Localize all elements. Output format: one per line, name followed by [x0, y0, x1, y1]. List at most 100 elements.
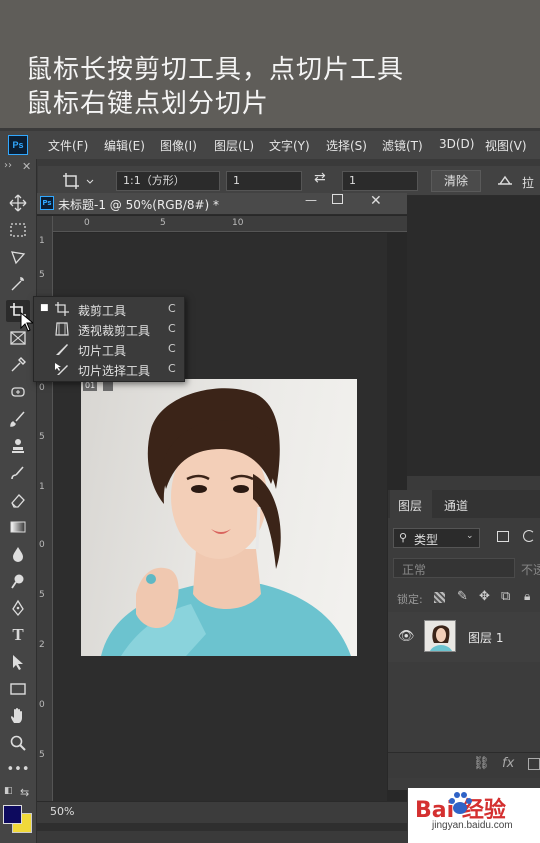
menu-select[interactable]: 选择(S) — [326, 137, 367, 154]
healing-brush-tool-icon[interactable] — [6, 381, 30, 403]
close-document-icon[interactable]: ✕ — [370, 193, 382, 209]
ruler-label: 0 — [84, 218, 90, 228]
zoom-tool-icon[interactable] — [6, 732, 30, 754]
horizontal-ruler — [53, 216, 407, 232]
filter-kind-label: 类型 — [414, 533, 439, 547]
menu-image[interactable]: 图像(I) — [160, 137, 197, 154]
lasso-tool-icon[interactable] — [6, 246, 30, 268]
slice-image-icon — [103, 381, 113, 391]
ratio-height-input[interactable]: 1 — [342, 171, 418, 191]
history-brush-tool-icon[interactable] — [6, 462, 30, 484]
tab-layers[interactable]: 图层 — [398, 497, 422, 514]
add-mask-icon[interactable] — [528, 758, 540, 770]
portrait-image — [101, 388, 351, 656]
ruler-label: 0 — [39, 540, 45, 550]
shortcut-key: C — [168, 302, 176, 315]
ratio-select[interactable]: 1:1（方形） — [116, 171, 220, 191]
ruler-label: 0 — [39, 700, 45, 710]
caption-line-1: 鼠标长按剪切工具，点切片工具 — [26, 55, 405, 85]
maximize-icon[interactable] — [332, 194, 343, 204]
blur-tool-icon[interactable] — [6, 543, 30, 565]
menu-item-slice-select[interactable]: 切片选择工具 C — [52, 359, 182, 379]
layer-name[interactable]: 图层 1 — [468, 629, 503, 646]
menu-file[interactable]: 文件(F) — [48, 137, 88, 154]
minimize-icon[interactable]: — — [305, 193, 317, 207]
magic-wand-tool-icon[interactable] — [6, 273, 30, 295]
lock-image-icon[interactable]: ✎ — [457, 589, 468, 604]
lock-position-icon[interactable]: ✥ — [479, 589, 490, 604]
menu-type[interactable]: 文字(Y) — [269, 137, 310, 154]
blend-mode-label: 正常 — [402, 563, 427, 577]
ruler-label: 5 — [39, 270, 45, 280]
zoom-level[interactable]: 50% — [50, 805, 74, 818]
straighten-icon[interactable] — [496, 172, 514, 190]
brush-tool-icon[interactable] — [6, 408, 30, 430]
lock-transparent-icon[interactable] — [434, 592, 445, 603]
frame-tool-icon[interactable] — [6, 327, 30, 349]
menu-item-label: 透视裁剪工具 — [78, 324, 151, 338]
slice-badge[interactable]: 01 — [83, 381, 98, 391]
menu-item-perspective-crop[interactable]: 透视裁剪工具 C — [52, 319, 182, 339]
layer-thumbnail — [424, 620, 456, 652]
search-icon: ⚲ — [399, 531, 408, 544]
ruler-label: 5 — [39, 590, 45, 600]
menu-3d[interactable]: 3D(D) — [439, 137, 474, 151]
default-colors-icon[interactable]: ◧ — [4, 786, 13, 796]
document-ps-icon: Ps — [40, 196, 54, 210]
pen-tool-icon[interactable] — [6, 597, 30, 619]
shortcut-key: C — [168, 322, 176, 335]
adjustment-filter-icon[interactable] — [523, 530, 535, 542]
panel-divider — [407, 476, 540, 490]
secondary-document-area — [407, 196, 540, 476]
clone-stamp-tool-icon[interactable] — [6, 435, 30, 457]
lock-label: 锁定: — [397, 593, 423, 606]
marquee-tool-icon[interactable] — [6, 219, 30, 241]
lock-all-icon[interactable]: 🔒︎ — [524, 589, 530, 604]
eraser-tool-icon[interactable] — [6, 489, 30, 511]
photoshop-logo[interactable]: Ps — [8, 135, 28, 155]
swap-colors-icon[interactable]: ⇆ — [20, 786, 29, 799]
rectangle-tool-icon[interactable] — [6, 678, 30, 700]
image-filter-icon[interactable] — [497, 531, 509, 542]
tab-channels[interactable]: 通道 — [444, 497, 468, 514]
foreground-color-swatch[interactable] — [3, 805, 22, 824]
menu-edit[interactable]: 编辑(E) — [104, 137, 145, 154]
gradient-tool-icon[interactable] — [6, 516, 30, 538]
menu-view[interactable]: 视图(V) — [485, 137, 527, 154]
ruler-label: 5 — [160, 218, 166, 228]
status-bar — [37, 801, 407, 823]
swap-icon[interactable]: ⇄ — [314, 170, 332, 192]
slice-icon — [56, 344, 68, 355]
ruler-label: 2 — [39, 640, 45, 650]
collapse-icon[interactable]: ›› — [4, 160, 12, 171]
close-panel-icon[interactable]: ✕ — [22, 160, 31, 173]
horizontal-scrollbar[interactable] — [37, 823, 407, 831]
path-selection-tool-icon[interactable] — [6, 651, 30, 673]
crop-preset-button[interactable] — [60, 170, 100, 192]
portrait-photo[interactable]: 01 — [81, 379, 357, 656]
watermark-url: jingyan.baidu.com — [432, 820, 513, 831]
menu-item-crop[interactable]: 裁剪工具 C — [52, 299, 182, 319]
caption-line-2: 鼠标右键点划分切片 — [26, 89, 270, 119]
slice-select-icon — [55, 363, 68, 375]
paw-logo-icon — [446, 790, 474, 816]
menu-filter[interactable]: 滤镜(T) — [382, 137, 423, 154]
dodge-tool-icon[interactable] — [6, 570, 30, 592]
type-tool-icon[interactable]: T — [6, 624, 30, 646]
hand-tool-icon[interactable] — [6, 705, 30, 727]
move-tool-icon[interactable] — [6, 192, 30, 214]
straighten-label[interactable]: 拉 — [522, 174, 534, 191]
eyedropper-tool-icon[interactable] — [6, 354, 30, 376]
document-title: 未标题-1 @ 50%(RGB/8#) * — [58, 198, 220, 212]
shortcut-key: C — [168, 362, 176, 375]
link-layers-icon[interactable]: ⛓︎ — [473, 756, 490, 771]
menu-item-label: 切片选择工具 — [78, 364, 151, 378]
lock-artboard-icon[interactable]: ⧉ — [501, 589, 510, 604]
fx-icon[interactable]: fx — [502, 756, 514, 771]
more-tools-icon[interactable]: ••• — [6, 759, 30, 781]
ratio-width-input[interactable]: 1 — [226, 171, 302, 191]
visibility-eye-icon[interactable]: 👁︎ — [398, 629, 415, 644]
menu-item-slice[interactable]: 切片工具 C — [52, 339, 182, 359]
menu-layer[interactable]: 图层(L) — [214, 137, 254, 154]
clear-button[interactable]: 清除 — [431, 170, 481, 192]
